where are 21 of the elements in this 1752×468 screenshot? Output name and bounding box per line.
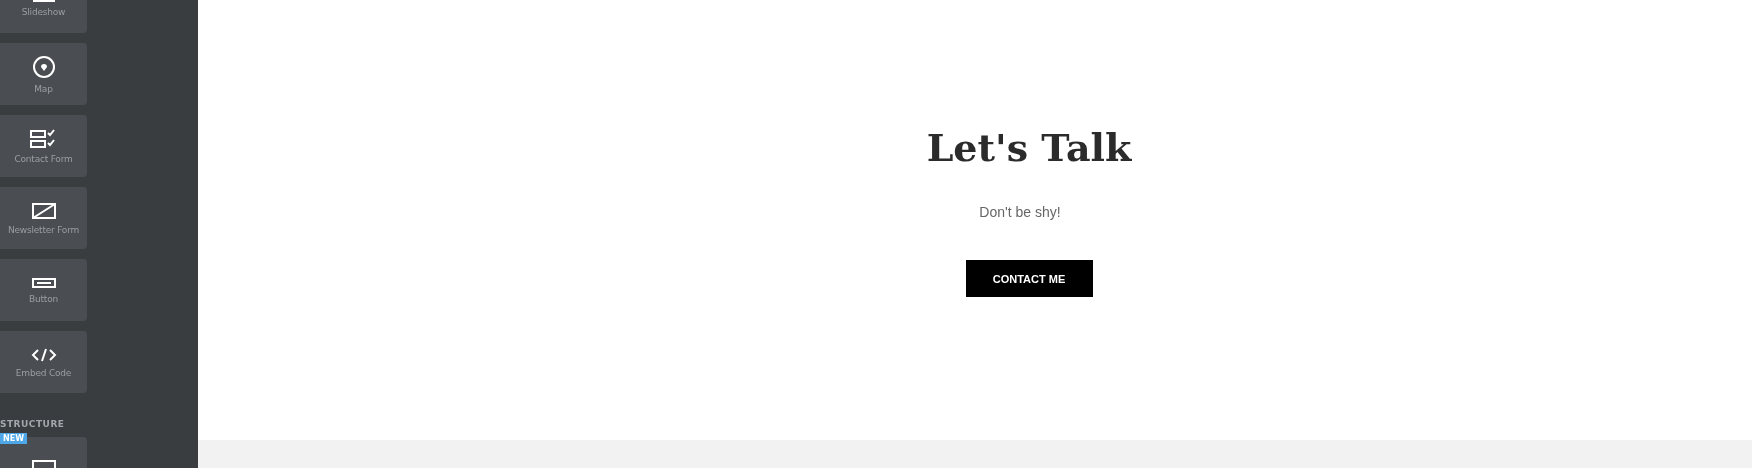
element-tile[interactable]: Contact Form [0,115,87,177]
subtitle: Don't be shy! [979,204,1061,220]
tile-label: Embed Code [15,367,72,378]
button-icon [30,276,57,289]
element-tile[interactable]: Button [0,259,87,321]
code-icon [30,346,57,363]
new-badge: NEW [0,433,27,444]
heading: Let's Talk [926,125,1132,170]
element-tile[interactable]: Embed Code [0,331,87,393]
contact-button[interactable]: CONTACT ME [965,260,1093,297]
element-tile[interactable]: Map [0,43,87,105]
tile-label: Contact Form [14,153,73,164]
section-heading: STRUCTURE [0,419,65,429]
tile-label: Newsletter Form [7,224,80,235]
envelope-icon [30,201,57,220]
map-pin-icon [31,54,56,79]
tile-label: Map [34,83,53,94]
tile-label: Button [29,293,58,304]
element-tile[interactable]: Slideshow [0,0,87,33]
element-tile[interactable]: Newsletter Form [0,187,87,249]
tile-label: Slideshow [21,6,66,17]
